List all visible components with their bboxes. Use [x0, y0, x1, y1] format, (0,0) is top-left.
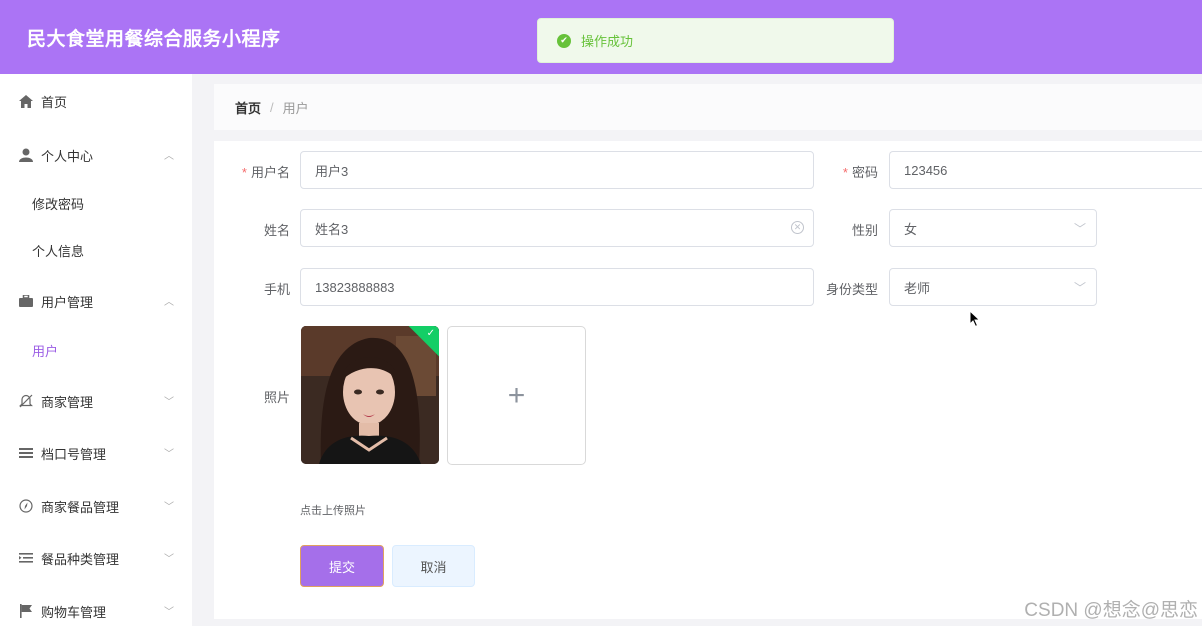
success-toast: ✔ 操作成功	[537, 18, 894, 63]
sidebar-subitem-label: 用户	[32, 343, 59, 359]
sidebar-item-label: 档口号管理	[41, 446, 107, 462]
chevron-down-icon: ﹀	[1073, 281, 1086, 295]
name-label: 姓名	[263, 223, 290, 238]
sidebar-item-label: 用户管理	[41, 294, 94, 310]
sidebar-item-label: 商家餐品管理	[41, 499, 120, 515]
toast-message: 操作成功	[581, 34, 634, 49]
password-label: * 密码	[828, 162, 878, 181]
list-icon	[18, 445, 34, 461]
home-icon	[18, 93, 34, 109]
sidebar-subitem-change-password[interactable]: 修改密码	[0, 183, 192, 223]
submit-button[interactable]: 提交	[300, 545, 384, 587]
sidebar: 首页 个人中心 ︿ 修改密码 个人信息 用户管理 ︿ 用户 商家管理 ﹀ 档口号…	[0, 74, 192, 626]
identity-select[interactable]: 老师 ﹀	[889, 268, 1097, 306]
identity-value: 老师	[904, 280, 931, 296]
app-title: 民大食堂用餐综合服务小程序	[27, 29, 281, 50]
upload-photo-button[interactable]: +	[447, 326, 586, 465]
sidebar-item-personal-center[interactable]: 个人中心 ︿	[0, 135, 192, 175]
required-mark: *	[241, 165, 247, 180]
required-mark: *	[842, 165, 848, 180]
portrait-image	[301, 326, 439, 464]
breadcrumb: 首页 / 用户	[214, 84, 1202, 130]
clear-icon[interactable]: ✕	[791, 221, 804, 234]
breadcrumb-current: 用户	[282, 100, 309, 116]
chevron-down-icon: ﹀	[164, 554, 174, 565]
success-check-icon: ✔	[557, 33, 571, 48]
password-label-text: 密码	[851, 165, 878, 180]
sidebar-subitem-personal-info[interactable]: 个人信息	[0, 230, 192, 270]
chevron-down-icon: ﹀	[164, 502, 174, 513]
breadcrumb-home[interactable]: 首页	[235, 98, 261, 117]
sidebar-item-label: 购物车管理	[41, 604, 107, 620]
sidebar-item-merchant-dish-management[interactable]: 商家餐品管理 ﹀	[0, 486, 192, 526]
sidebar-item-label: 商家管理	[41, 394, 94, 410]
check-icon: ✓	[426, 328, 435, 339]
phone-value: 13823888883	[315, 279, 395, 295]
flag-icon	[18, 603, 34, 619]
username-value: 用户3	[315, 163, 349, 179]
gender-label: 性别	[851, 223, 878, 238]
phone-input[interactable]: 13823888883	[300, 268, 814, 306]
mouse-cursor-icon	[969, 309, 981, 333]
sidebar-item-cart-management[interactable]: 购物车管理 ﹀	[0, 591, 192, 626]
briefcase-icon	[18, 293, 34, 309]
sidebar-item-label: 个人中心	[41, 148, 94, 164]
bell-icon	[18, 393, 34, 409]
username-input[interactable]: 用户3	[300, 151, 814, 189]
name-value: 姓名3	[315, 221, 349, 237]
upload-hint: 点击上传照片	[300, 505, 366, 517]
phone-label: 手机	[263, 282, 290, 297]
gender-value: 女	[904, 221, 918, 237]
username-label-text: 用户名	[250, 165, 290, 180]
chevron-down-icon: ﹀	[164, 607, 174, 618]
chevron-down-icon: ﹀	[1073, 222, 1086, 236]
user-icon	[18, 147, 34, 163]
identity-label: 身份类型	[825, 282, 878, 297]
sidebar-item-label: 餐品种类管理	[41, 551, 120, 567]
photo-label: 照片	[263, 390, 290, 405]
sidebar-item-merchant-management[interactable]: 商家管理 ﹀	[0, 381, 192, 421]
indent-icon	[18, 550, 34, 566]
sidebar-item-stall-management[interactable]: 档口号管理 ﹀	[0, 433, 192, 473]
breadcrumb-separator: /	[270, 99, 274, 115]
chevron-down-icon: ﹀	[164, 449, 174, 460]
password-value: 123456	[904, 162, 948, 178]
compass-icon	[18, 498, 34, 514]
cancel-button[interactable]: 取消	[392, 545, 475, 587]
sidebar-subitem-users[interactable]: 用户	[0, 330, 192, 370]
username-label: * 用户名	[228, 162, 290, 181]
sidebar-item-home[interactable]: 首页	[0, 81, 192, 121]
name-input[interactable]: 姓名3 ✕	[300, 209, 814, 247]
chevron-down-icon: ﹀	[164, 397, 174, 408]
chevron-up-icon: ︿	[164, 151, 174, 162]
chevron-up-icon: ︿	[164, 297, 174, 308]
uploaded-photo[interactable]: ✓	[301, 326, 439, 464]
password-input[interactable]: 123456	[889, 151, 1202, 189]
sidebar-item-user-management[interactable]: 用户管理 ︿	[0, 281, 192, 321]
sidebar-item-label: 首页	[41, 94, 68, 110]
watermark: CSDN @想念@思恋	[1024, 600, 1198, 621]
sidebar-subitem-label: 修改密码	[32, 196, 85, 212]
sidebar-item-dish-category-management[interactable]: 餐品种类管理 ﹀	[0, 538, 192, 578]
plus-icon: +	[507, 378, 526, 412]
gender-select[interactable]: 女 ﹀	[889, 209, 1097, 247]
sidebar-subitem-label: 个人信息	[32, 243, 85, 259]
